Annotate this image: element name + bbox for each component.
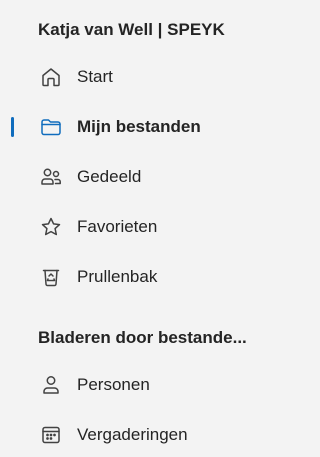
nav-item-start[interactable]: Start — [0, 57, 300, 97]
nav-item-people[interactable]: Personen — [0, 365, 300, 405]
nav-item-recycle-bin[interactable]: Prullenbak — [0, 257, 300, 297]
nav-item-favorites[interactable]: Favorieten — [0, 207, 300, 247]
person-icon — [38, 372, 64, 398]
nav-item-label: Prullenbak — [77, 267, 158, 286]
calendar-icon — [38, 422, 64, 448]
selected-indicator — [11, 117, 14, 137]
nav-item-label: Vergaderingen — [77, 425, 188, 444]
people-icon — [38, 164, 64, 190]
browse-section-title: Bladeren door bestande... — [38, 328, 247, 347]
nav-item-label: Favorieten — [77, 217, 158, 236]
nav-item-my-files[interactable]: Mijn bestanden — [0, 107, 300, 147]
account-title: Katja van Well | SPEYK — [38, 20, 225, 39]
nav-item-label: Gedeeld — [77, 167, 142, 186]
recycle-bin-icon — [38, 264, 64, 290]
folder-icon — [38, 114, 64, 140]
star-icon — [38, 214, 64, 240]
nav-item-label: Personen — [77, 375, 150, 394]
nav-item-shared[interactable]: Gedeeld — [0, 157, 300, 197]
nav-item-label: Start — [77, 67, 113, 86]
nav-item-meetings[interactable]: Vergaderingen — [0, 415, 300, 455]
home-icon — [38, 64, 64, 90]
nav-item-label: Mijn bestanden — [77, 117, 201, 136]
sidebar: Katja van Well | SPEYK Start Mijn bestan… — [0, 0, 300, 457]
